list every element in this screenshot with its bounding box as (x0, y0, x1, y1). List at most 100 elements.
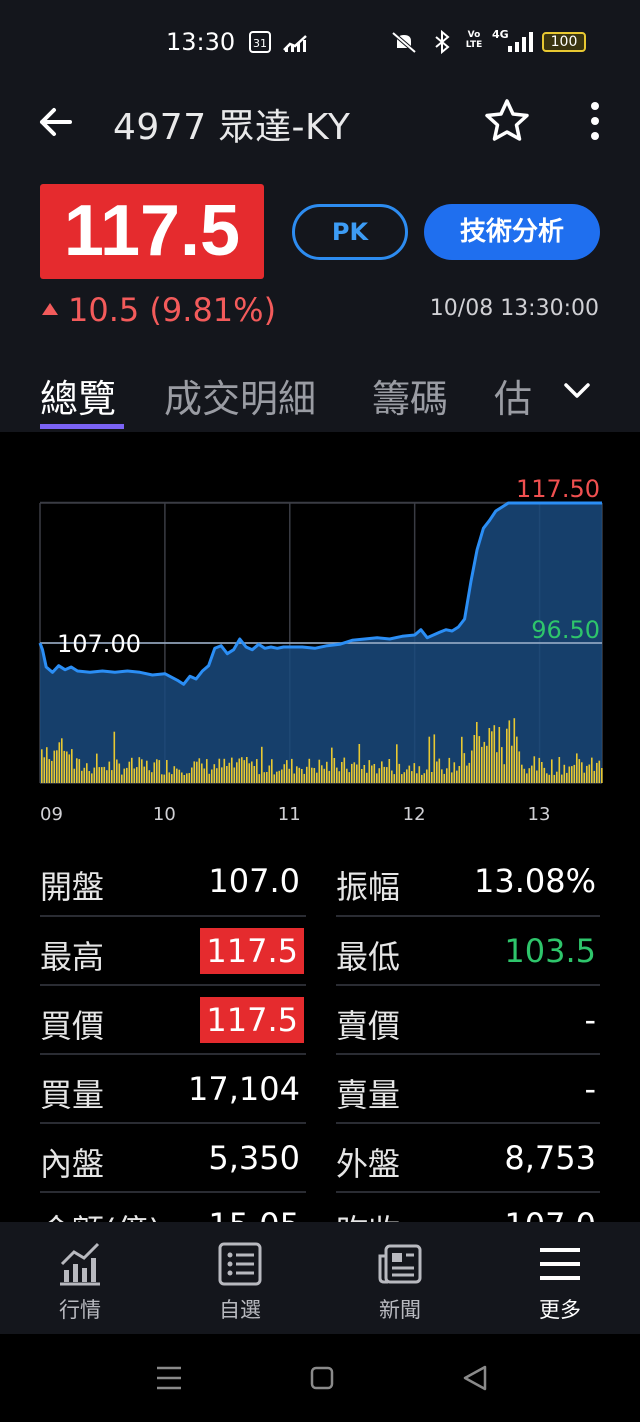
volume-bar (436, 761, 438, 783)
volume-bar (341, 762, 343, 783)
volume-bar (118, 763, 121, 783)
volume-bar (148, 770, 151, 783)
divider (40, 1053, 306, 1055)
volume-bar (278, 770, 281, 783)
volume-bar (286, 760, 288, 783)
volume-bar (528, 768, 531, 783)
pk-button[interactable]: PK (292, 204, 408, 260)
recent-apps-icon[interactable] (156, 1364, 182, 1392)
volume-bar (68, 754, 71, 783)
volume-bar (243, 760, 246, 783)
volume-bar (586, 765, 588, 783)
volume-bar (378, 768, 381, 783)
volume-bar (161, 774, 163, 783)
divider (336, 1191, 600, 1193)
volume-bar (351, 763, 353, 783)
volume-bar (233, 767, 236, 783)
volume-bar (56, 750, 58, 783)
volume-bar (361, 769, 363, 783)
tab-overview[interactable]: 總覽 (40, 368, 116, 423)
stat-bid-volume-label: 買量 (40, 1076, 105, 1114)
chevron-down-icon[interactable] (560, 374, 594, 408)
volume-bar (338, 771, 341, 783)
volume-bar (463, 753, 466, 783)
volume-bar (451, 772, 453, 783)
volume-bar (523, 768, 526, 783)
market-chart-icon (60, 1242, 100, 1286)
home-icon[interactable] (310, 1366, 334, 1390)
volume-bar (373, 764, 376, 783)
volume-bar (331, 747, 333, 783)
nav-more[interactable]: 更多 (480, 1222, 640, 1334)
tab-trade-details[interactable]: 成交明細 (164, 368, 316, 423)
volume-bar (308, 758, 311, 783)
volume-bar (133, 768, 136, 783)
stat-amplitude-label: 振幅 (336, 868, 401, 906)
volume-bar (66, 751, 68, 783)
intraday-chart: 107.00 117.50 96.50 09 10 11 12 13 (0, 432, 640, 832)
mute-bell-icon (391, 31, 417, 54)
volume-bar (471, 750, 473, 783)
volume-bar (483, 741, 486, 783)
x-tick-label: 09 (40, 804, 63, 825)
volume-bar (411, 771, 413, 783)
volume-bar (193, 761, 196, 783)
favorite-star-icon[interactable] (482, 96, 532, 146)
volume-bar (561, 774, 563, 783)
nav-market[interactable]: 行情 (0, 1222, 160, 1334)
volume-bar (446, 768, 448, 783)
volume-bar (458, 766, 461, 783)
stock-title: 4977 眾達-KY (113, 107, 351, 148)
volume-bar (443, 773, 446, 783)
volume-bar (281, 769, 283, 783)
volume-bar (203, 768, 206, 783)
volume-bar (358, 744, 361, 783)
volume-bar (296, 766, 298, 783)
volume-bar (503, 764, 506, 783)
volume-bar (501, 747, 503, 783)
volume-bar (368, 760, 371, 783)
volume-bar (61, 738, 63, 783)
volume-bar (236, 762, 238, 783)
volume-bar (486, 745, 488, 783)
volume-bar (226, 766, 228, 783)
volume-bar (48, 759, 51, 783)
volume-bar (263, 772, 266, 783)
back-arrow-icon[interactable] (34, 100, 78, 144)
stat-inner-label: 內盤 (40, 1145, 105, 1183)
tab-valuation[interactable]: 估 (494, 368, 532, 423)
back-triangle-icon[interactable] (462, 1364, 488, 1392)
volume-bar (563, 764, 566, 783)
volume-bar (288, 768, 291, 783)
tab-chips[interactable]: 籌碼 (372, 368, 448, 423)
volume-bar (96, 753, 98, 783)
watchlist-icon (218, 1242, 262, 1286)
volume-bar (93, 767, 96, 783)
volume-bar (553, 774, 556, 783)
volume-bar (511, 745, 513, 783)
stat-outer-value: 8,753 (504, 1139, 596, 1177)
volume-bar (276, 771, 278, 783)
volume-bar (581, 762, 583, 783)
volume-bar (588, 764, 591, 783)
volume-bar (306, 766, 308, 783)
volume-bar (223, 758, 226, 783)
volume-bar (188, 773, 191, 783)
nav-news[interactable]: 新聞 (320, 1222, 480, 1334)
volume-bar (126, 767, 128, 783)
price-box: 117.5 (40, 184, 264, 279)
volume-bar (216, 768, 218, 783)
intraday-chart-svg: 107.00 117.50 96.50 09 10 11 12 13 (38, 475, 603, 825)
stat-low-value: 103.5 (504, 932, 596, 970)
volume-bar (363, 765, 366, 783)
nav-watchlist[interactable]: 自選 (160, 1222, 320, 1334)
volume-bar (531, 765, 533, 783)
volume-bar (181, 772, 183, 783)
volume-bar (231, 757, 233, 783)
volume-bar (198, 758, 201, 783)
more-vert-icon[interactable] (580, 98, 610, 144)
technical-analysis-button[interactable]: 技術分析 (424, 204, 600, 260)
volume-bar (591, 757, 593, 783)
volume-bar (578, 759, 581, 783)
volume-bar (493, 725, 496, 783)
